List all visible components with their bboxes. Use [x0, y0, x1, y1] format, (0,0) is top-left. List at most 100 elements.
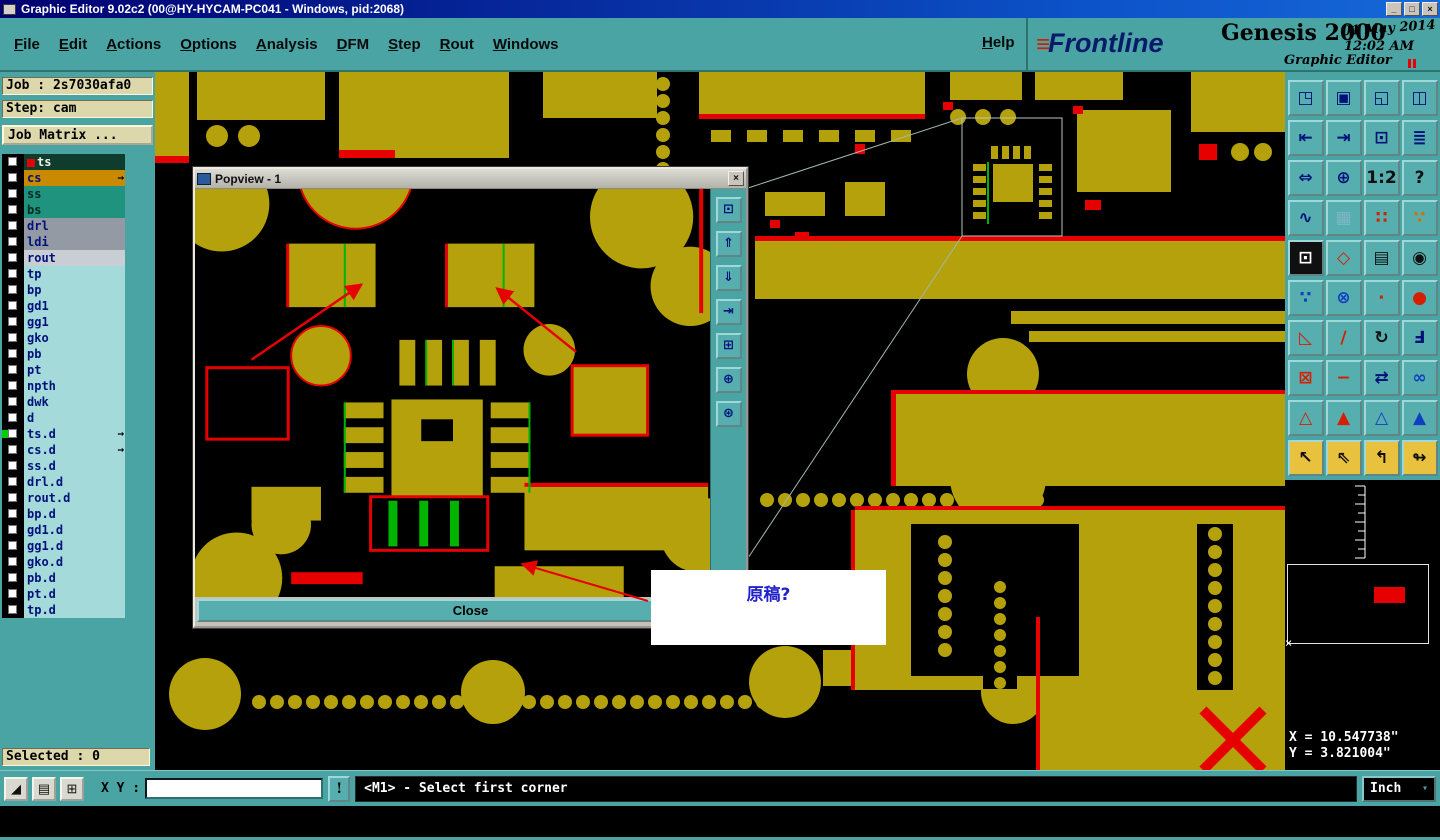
popview-up-icon[interactable]: ⇑ — [715, 231, 742, 257]
layer-row[interactable]: drl — [2, 218, 125, 234]
popview-down-icon[interactable]: ⇓ — [715, 265, 742, 291]
layer-checkbox[interactable] — [8, 157, 17, 166]
layer-row[interactable]: rout.d — [2, 490, 125, 506]
layer-row[interactable]: gko.d — [2, 554, 125, 570]
layer-name-cell[interactable]: drl — [24, 218, 125, 234]
angle-tool-icon[interactable]: ◺ — [1287, 320, 1324, 356]
layer-name-cell[interactable]: gko — [24, 330, 125, 346]
layer-checkbox[interactable] — [8, 461, 17, 470]
monitor-icon[interactable]: ▣ — [1325, 80, 1362, 116]
layer-name-cell[interactable]: gko.d — [24, 554, 125, 570]
layer-checkbox[interactable] — [8, 413, 17, 422]
filled-pad-icon[interactable]: ◉ — [1401, 240, 1438, 276]
layer-name-cell[interactable]: d — [24, 410, 125, 426]
split-window-icon[interactable]: ◫ — [1401, 80, 1438, 116]
menu-item[interactable]: Actions — [106, 36, 161, 53]
layer-checkbox[interactable] — [8, 349, 17, 358]
layer-row[interactable]: rout — [2, 250, 125, 266]
popview-frame-icon[interactable]: ⊡ — [715, 197, 742, 223]
layer-checkbox[interactable] — [8, 493, 17, 502]
pan-right-icon[interactable]: ⇥ — [1325, 120, 1362, 156]
layer-checkbox[interactable] — [8, 429, 17, 438]
select-frame-icon[interactable]: ↰ — [1363, 440, 1400, 476]
select-add-icon[interactable]: ⇖ — [1325, 440, 1362, 476]
layer-row[interactable]: bs — [2, 202, 125, 218]
ruler-icon[interactable]: ▤ — [1363, 240, 1400, 276]
layer-row[interactable]: gd1 — [2, 298, 125, 314]
two-points-icon[interactable]: ∵ — [1287, 280, 1324, 316]
zoom-1-2-icon[interactable]: 1:2 — [1363, 160, 1400, 196]
layers-stack-icon[interactable]: ≣ — [1401, 120, 1438, 156]
layer-row[interactable]: tp — [2, 266, 125, 282]
layer-row[interactable]: tp.d — [2, 602, 125, 618]
layer-name-cell[interactable]: dwk — [24, 394, 125, 410]
layer-checkbox[interactable] — [8, 237, 17, 246]
layer-name-cell[interactable]: pb — [24, 346, 125, 362]
layer-checkbox[interactable] — [8, 477, 17, 486]
zoom-center-icon[interactable]: ⊕ — [1325, 160, 1362, 196]
delete-cross-icon[interactable]: ⊗ — [1325, 280, 1362, 316]
layer-row[interactable]: gg1 — [2, 314, 125, 330]
layer-name-cell[interactable]: gd1.d — [24, 522, 125, 538]
zoom-fit-icon[interactable]: ⇔ — [1287, 160, 1324, 196]
layer-name-cell[interactable]: pb.d — [24, 570, 125, 586]
minimize-button[interactable]: _ — [1386, 2, 1402, 16]
layer-name-cell[interactable]: ts — [24, 154, 125, 170]
layer-row[interactable]: pt — [2, 362, 125, 378]
layer-row[interactable]: pb — [2, 346, 125, 362]
layer-name-cell[interactable]: ss.d — [24, 458, 125, 474]
layer-row[interactable]: gd1.d — [2, 522, 125, 538]
pad-pair-icon[interactable]: ∷ — [1363, 200, 1400, 236]
layer-name-cell[interactable]: ts.d → — [24, 426, 125, 442]
triangle-filled-blue-icon[interactable]: ▲ — [1401, 400, 1438, 436]
layer-checkbox[interactable] — [8, 285, 17, 294]
menu-item[interactable]: Windows — [493, 36, 559, 53]
layer-row[interactable]: dwk — [2, 394, 125, 410]
grid-toggle-icon[interactable]: ⊞ — [60, 776, 84, 801]
large-pad-icon[interactable]: ● — [1401, 280, 1438, 316]
layer-row[interactable]: gg1.d — [2, 538, 125, 554]
layer-checkbox[interactable] — [8, 221, 17, 230]
layer-name-cell[interactable]: bp.d — [24, 506, 125, 522]
window-corner-icon[interactable]: ◱ — [1363, 80, 1400, 116]
table-mode-icon[interactable]: ▤ — [32, 776, 56, 801]
layer-checkbox[interactable] — [8, 333, 17, 342]
pad-select-icon[interactable]: ∵ — [1401, 200, 1438, 236]
open-window-icon[interactable]: ◳ — [1287, 80, 1324, 116]
popview-canvas[interactable] — [174, 112, 736, 624]
layer-name-cell[interactable]: ss — [24, 186, 125, 202]
line-width-icon[interactable]: − — [1325, 360, 1362, 396]
layer-checkbox[interactable] — [8, 205, 17, 214]
layer-checkbox[interactable] — [8, 253, 17, 262]
pan-left-icon[interactable]: ⇤ — [1287, 120, 1324, 156]
layer-row[interactable]: ss — [2, 186, 125, 202]
job-matrix-button[interactable]: Job Matrix ... — [2, 125, 153, 145]
layer-checkbox[interactable] — [8, 557, 17, 566]
probe-icon[interactable]: ∿ — [1287, 200, 1324, 236]
layer-row[interactable]: gko — [2, 330, 125, 346]
clip-area-icon[interactable]: ⊡ — [1287, 240, 1324, 276]
menu-item[interactable]: Edit — [59, 36, 87, 53]
popview-close-icon[interactable]: × — [728, 171, 744, 186]
layer-name-cell[interactable]: tp.d — [24, 602, 125, 618]
close-button[interactable]: × — [1422, 2, 1438, 16]
menu-item[interactable]: Rout — [440, 36, 474, 53]
popview-pan-icon[interactable]: ⇥ — [715, 299, 742, 325]
transfer-icon[interactable]: ⇄ — [1363, 360, 1400, 396]
menu-item[interactable]: File — [14, 36, 40, 53]
layer-checkbox[interactable] — [8, 173, 17, 182]
overview-map[interactable] — [1287, 564, 1429, 644]
xy-input[interactable] — [145, 778, 324, 799]
layer-checkbox[interactable] — [8, 317, 17, 326]
layer-checkbox[interactable] — [8, 525, 17, 534]
zoom-window-icon[interactable]: ⊡ — [1363, 120, 1400, 156]
layer-name-cell[interactable]: cs → — [24, 170, 125, 186]
layer-row[interactable]: drl.d — [2, 474, 125, 490]
layer-checkbox[interactable] — [8, 573, 17, 582]
layer-row[interactable]: d — [2, 410, 125, 426]
maximize-button[interactable]: □ — [1404, 2, 1420, 16]
layer-name-cell[interactable]: cs.d → — [24, 442, 125, 458]
menu-item[interactable]: Analysis — [256, 36, 318, 53]
layer-row[interactable]: bp.d — [2, 506, 125, 522]
layer-row[interactable]: npth — [2, 378, 125, 394]
